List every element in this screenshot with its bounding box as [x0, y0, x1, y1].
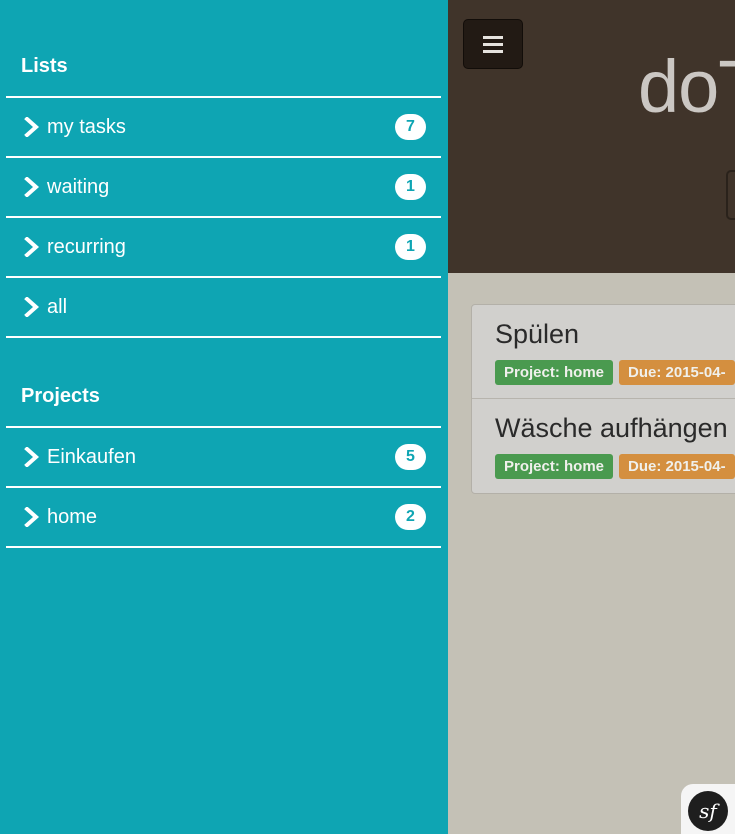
count-badge: 2 [395, 504, 426, 530]
sidebar-item-label: my tasks [47, 115, 126, 138]
sidebar-item-label: all [47, 295, 68, 318]
lists-nav: my tasks 7 waiting 1 recurring 1 all [6, 96, 441, 338]
sidebar-item-label: recurring [47, 235, 126, 258]
due-label: Due: 2015-04- [619, 454, 735, 479]
sidebar-item-waiting[interactable]: waiting 1 [6, 158, 441, 218]
sidebar-item-my-tasks[interactable]: my tasks 7 [6, 98, 441, 158]
lists-heading: Lists [21, 55, 68, 77]
app-header: doT [448, 0, 735, 273]
sidebar-item-label: waiting [47, 175, 110, 198]
symfony-icon: sf [688, 791, 728, 831]
project-label: Project: home [495, 454, 614, 479]
chevron-right-icon [24, 507, 40, 527]
project-label: Project: home [495, 360, 614, 385]
task-item[interactable]: Spülen Project: home Due: 2015-04- [472, 305, 735, 399]
chevron-right-icon [24, 237, 40, 257]
chevron-right-icon [24, 297, 40, 317]
sidebar-item-einkaufen[interactable]: Einkaufen 5 [6, 428, 441, 488]
task-title: Wäsche aufhängen [495, 413, 728, 443]
count-badge: 7 [395, 114, 426, 140]
count-badge: 1 [395, 234, 426, 260]
sidebar-item-recurring[interactable]: recurring 1 [6, 218, 441, 278]
count-badge: 5 [395, 444, 426, 470]
symfony-toolbar-toggle[interactable]: sf [681, 784, 735, 834]
task-labels: Project: home Due: 2015-04- [495, 454, 735, 479]
hamburger-icon [483, 36, 503, 53]
task-item[interactable]: Wäsche aufhängen Project: home Due: 2015… [472, 399, 735, 493]
due-label: Due: 2015-04- [619, 360, 735, 385]
sidebar-item-label: Einkaufen [47, 445, 136, 468]
app-title: doT [638, 45, 735, 128]
symfony-badge-text: sf [699, 799, 717, 823]
menu-toggle-button[interactable] [463, 19, 523, 69]
projects-heading: Projects [21, 385, 100, 407]
projects-nav: Einkaufen 5 home 2 [6, 426, 441, 548]
task-title: Spülen [495, 319, 580, 349]
sidebar-item-all[interactable]: all [6, 278, 441, 338]
task-labels: Project: home Due: 2015-04- [495, 360, 735, 385]
task-list: Spülen Project: home Due: 2015-04- Wäsch… [471, 304, 735, 494]
sidebar-item-home[interactable]: home 2 [6, 488, 441, 548]
chevron-right-icon [24, 447, 40, 467]
sidebar: Lists my tasks 7 waiting 1 recurring 1 a… [0, 0, 448, 834]
header-action-button[interactable] [726, 170, 735, 220]
chevron-right-icon [24, 117, 40, 137]
count-badge: 1 [395, 174, 426, 200]
chevron-right-icon [24, 177, 40, 197]
sidebar-item-label: home [47, 505, 98, 528]
